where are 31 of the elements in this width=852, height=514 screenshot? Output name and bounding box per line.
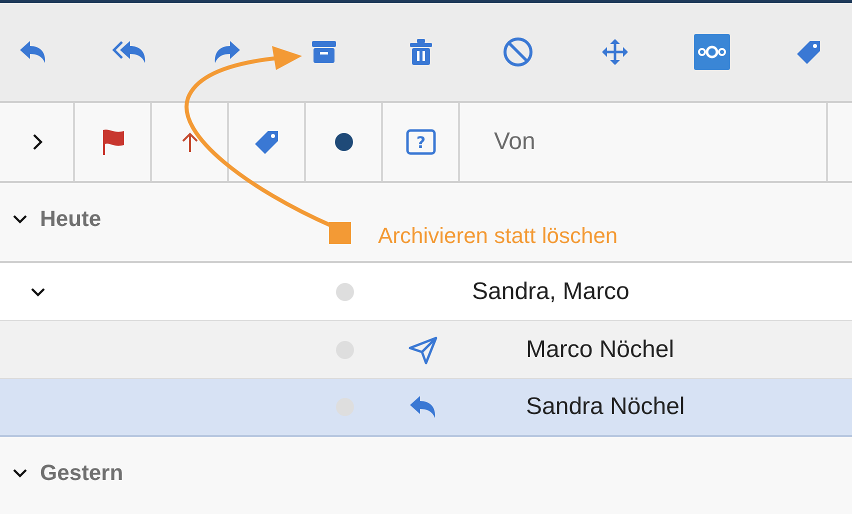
sender-name: Sandra, Marco [472,278,630,306]
archive-box-icon [311,39,337,65]
block-icon [503,37,533,67]
read-status-dot[interactable] [336,282,354,300]
column-header[interactable]: Von [494,128,536,156]
question-mark-icon[interactable]: ? [406,129,436,155]
dot-icon[interactable] [334,133,352,151]
message-row[interactable]: Sandra, Marco [0,263,852,321]
message-row[interactable]: Marco Nöchel [0,321,852,379]
reply-all-icon [112,39,148,65]
chevron-down-icon[interactable] [12,213,28,225]
paper-plane-icon [408,334,438,364]
tag-icon [795,38,823,66]
sender-name: Marco Nöchel [526,336,674,364]
sender-name: Sandra Nöchel [526,393,685,421]
annotation-label: Archivieren statt löschen [378,223,618,249]
message-row[interactable]: Sandra Nöchel [0,379,852,437]
group-label: Gestern [40,460,124,486]
app-logo-icon [694,34,730,70]
reply-icon [408,394,438,420]
trash-icon [409,38,433,66]
chevron-down-icon[interactable] [12,467,28,479]
move-arrows-icon [600,37,630,67]
chevron-right-icon[interactable] [30,133,42,151]
forward-icon [212,39,242,65]
chevron-down-icon[interactable] [30,286,46,298]
tag-icon [252,128,280,156]
annotation-marker [329,222,351,244]
up-arrow-icon[interactable] [180,131,200,153]
group-label: Heute [40,206,102,232]
reply-icon [18,39,48,65]
